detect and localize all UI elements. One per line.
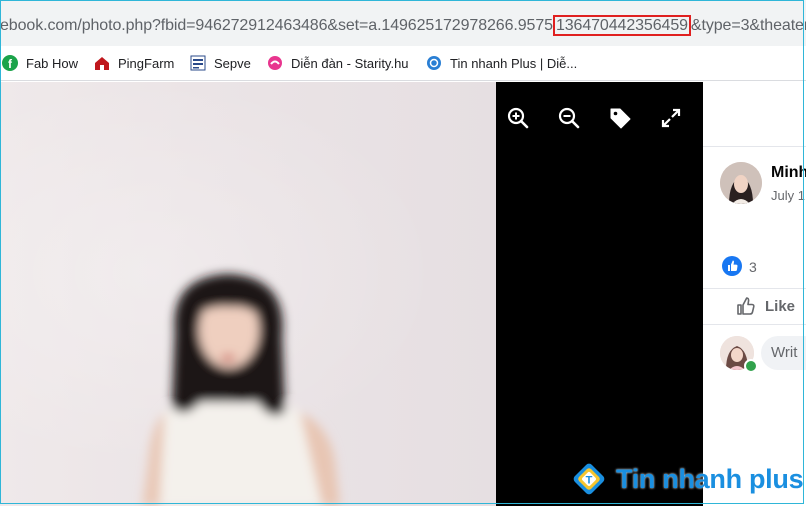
thumbs-up-icon — [735, 295, 757, 317]
post-author-name[interactable]: Minh — [771, 164, 806, 182]
divider — [703, 324, 806, 325]
url-prefix: ebook.com/photo.php?fbid=946272912463486… — [0, 17, 553, 34]
zoom-out-icon[interactable] — [557, 106, 581, 130]
photo-image[interactable] — [0, 82, 496, 506]
tinnhanh-icon — [426, 55, 442, 71]
tinnhanh-logo-icon: T — [570, 460, 608, 498]
tag-icon[interactable] — [608, 106, 632, 130]
svg-text:T: T — [586, 475, 593, 487]
bookmark-label: Tin nhanh Plus | Diễ... — [450, 55, 578, 71]
bookmarks-bar: f Fab How PingFarm Sepve Diễn đàn - Star… — [0, 46, 806, 81]
like-count[interactable]: 3 — [749, 259, 757, 275]
sepve-icon — [190, 55, 206, 71]
bookmark-label: Diễn đàn - Starity.hu — [291, 55, 409, 71]
photo-viewer-controls — [496, 82, 703, 506]
watermark-text: Tin nhanh plus — [616, 463, 804, 494]
bookmark-label: Fab How — [26, 55, 79, 71]
zoom-in-icon[interactable] — [506, 106, 530, 130]
bookmark-sepve[interactable]: Sepve — [190, 54, 251, 72]
pingfarm-icon — [94, 55, 110, 71]
online-status-dot — [744, 359, 758, 373]
post-date[interactable]: July 1 — [771, 188, 805, 203]
bookmark-label: PingFarm — [118, 55, 175, 71]
watermark: T Tin nhanh plus — [570, 460, 804, 498]
facebook-icon: f — [2, 55, 18, 71]
bookmark-fab-how[interactable]: f Fab How — [2, 54, 78, 72]
bookmark-pingfarm[interactable]: PingFarm — [94, 54, 174, 72]
url-highlighted-id: 136470442356459 — [552, 15, 691, 36]
like-button[interactable]: Like — [735, 295, 795, 317]
post-panel: Minh July 1 3 Like Writ — [703, 82, 806, 506]
divider — [703, 146, 806, 147]
like-button-label: Like — [765, 297, 796, 315]
like-reaction-icon — [722, 256, 742, 276]
fullscreen-icon[interactable] — [659, 106, 683, 130]
comment-input[interactable]: Writ — [761, 336, 806, 370]
avatar[interactable] — [720, 162, 762, 204]
address-bar[interactable]: ebook.com/photo.php?fbid=946272912463486… — [0, 0, 806, 46]
url-text[interactable]: ebook.com/photo.php?fbid=946272912463486… — [0, 15, 806, 36]
bookmark-tinnhanh[interactable]: Tin nhanh Plus | Diễ... — [426, 54, 577, 72]
bookmark-label: Sepve — [214, 55, 251, 71]
bookmark-starity[interactable]: Diễn đàn - Starity.hu — [267, 54, 409, 72]
starity-icon — [267, 55, 283, 71]
divider — [703, 288, 806, 289]
comment-placeholder: Writ — [771, 344, 798, 361]
url-suffix: &type=3&theater — [690, 17, 806, 34]
person-figure — [142, 274, 340, 506]
